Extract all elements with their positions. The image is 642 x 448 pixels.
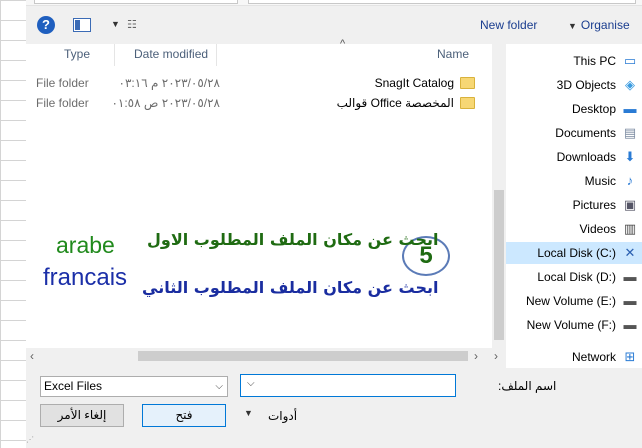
nav-item-new-volume-e[interactable]: New Volume (E:) ▬ <box>506 290 642 312</box>
nav-item-label: 3D Objects <box>556 78 616 92</box>
desktop-icon: ▬ <box>623 101 637 116</box>
navigation-pane: This PC ▭ 3D Objects ◈ Desktop ▬ Documents ▤… <box>506 44 642 368</box>
video-icon: ▥ <box>623 221 637 236</box>
nav-item-music[interactable]: Music ♪ <box>506 170 642 192</box>
toolbar: ? ▼ ☷ New folder ▼ Organise <box>26 8 642 42</box>
annotation-francais: francais <box>43 264 128 291</box>
music-icon: ♪ <box>626 173 634 188</box>
nav-item-label: Music <box>584 174 616 188</box>
drive-icon: ▬ <box>623 269 637 284</box>
file-row[interactable]: File folder ٢٠٢٣/٠٥/٢٨ م ٠٣:١٦ SnagIt Ca… <box>26 73 492 93</box>
nav-item-label: Desktop <box>571 102 616 116</box>
nav-item-label: This PC <box>573 54 616 68</box>
file-type-value: Excel Files <box>44 379 103 393</box>
annotation-arabic-first: ابحث عن مكان الملف المطلوب الاول <box>147 230 439 249</box>
organise-label: Organise <box>580 18 630 32</box>
nav-item-label: New Volume (F:) <box>526 318 616 332</box>
nav-item-this-pc[interactable]: This PC ▭ <box>506 50 642 72</box>
dialog-footer: Excel Files ⌵ ⌵ اسم الملف: ▼ أدوات فتح إ… <box>26 368 642 448</box>
scroll-right-icon[interactable]: › <box>474 348 478 364</box>
nav-item-label: Network <box>571 350 616 364</box>
nav-item-label: Downloads <box>556 150 616 164</box>
nav-item-local-disk-d[interactable]: Local Disk (D:) ▬ <box>506 266 642 288</box>
picture-icon: ▣ <box>623 197 637 212</box>
open-button[interactable]: فتح <box>142 404 226 427</box>
vertical-scrollbar[interactable] <box>492 44 506 348</box>
file-date: ٢٠٢٣/٠٥/٢٨ ص ٠١:٥٨ <box>111 96 220 110</box>
nav-item-desktop[interactable]: Desktop ▬ <box>506 98 642 120</box>
network-icon: ⊞ <box>624 349 636 364</box>
file-list-pane: ^ Type Date modified Name File folder ٢٠… <box>26 38 492 348</box>
nav-item-videos[interactable]: Videos ▥ <box>506 218 642 240</box>
scroll-thumb[interactable] <box>494 190 504 340</box>
file-type: File folder <box>36 96 89 110</box>
organise-button[interactable]: ▼ Organise <box>568 18 630 32</box>
download-icon: ⬇ <box>624 149 636 164</box>
nav-item-label: Videos <box>579 222 616 236</box>
file-date: ٢٠٢٣/٠٥/٢٨ م ٠٣:١٦ <box>118 76 220 90</box>
chevron-down-icon[interactable]: ▼ <box>244 408 253 418</box>
scroll-right-icon[interactable]: › <box>494 348 498 364</box>
nav-item-3d-objects[interactable]: 3D Objects ◈ <box>506 74 642 96</box>
column-separator[interactable] <box>114 44 115 66</box>
column-type[interactable]: Type <box>64 47 90 61</box>
chevron-down-icon: ▼ <box>568 21 577 31</box>
horizontal-scrollbar[interactable]: ‹ › › <box>26 348 506 364</box>
preview-pane-icon[interactable]: ☷ <box>127 18 143 32</box>
nav-item-label: New Volume (E:) <box>525 294 616 308</box>
view-dropdown-icon[interactable]: ▼ <box>111 19 121 29</box>
filename-input[interactable]: ⌵ <box>240 374 456 397</box>
help-icon[interactable]: ? <box>37 16 55 34</box>
scroll-thumb[interactable] <box>138 351 468 361</box>
chevron-down-icon: ⌵ <box>215 381 223 392</box>
nav-item-network[interactable]: Network ⊞ <box>506 346 642 368</box>
nav-item-label: Local Disk (D:) <box>537 270 616 284</box>
drive-icon: ▬ <box>623 293 637 308</box>
file-name: SnagIt Catalog <box>374 76 454 90</box>
drive-icon: ✕ <box>624 245 636 260</box>
nav-item-documents[interactable]: Documents ▤ <box>506 122 642 144</box>
folder-icon <box>460 77 475 89</box>
column-header: ^ Type Date modified Name <box>26 38 492 66</box>
annotation-arabic-second: ابحث عن مكان الملف المطلوب الثاني <box>142 278 439 297</box>
filename-label: اسم الملف: <box>498 379 557 393</box>
open-file-dialog: ? ▼ ☷ New folder ▼ Organise ^ Type Date m… <box>26 0 642 448</box>
column-name[interactable]: Name <box>437 47 469 61</box>
file-row[interactable]: File folder ٢٠٢٣/٠٥/٢٨ ص ٠١:٥٨ قوالب Off… <box>26 93 492 113</box>
address-box[interactable] <box>248 0 636 4</box>
nav-item-new-volume-f[interactable]: New Volume (F:) ▬ <box>506 314 642 336</box>
column-separator[interactable] <box>216 44 217 66</box>
resize-grip-icon[interactable]: ⋰ <box>26 435 34 444</box>
search-box[interactable] <box>34 0 238 4</box>
nav-item-label: Documents <box>555 126 616 140</box>
drive-icon: ▬ <box>623 317 637 332</box>
column-date-modified[interactable]: Date modified <box>134 47 208 61</box>
document-icon: ▤ <box>623 125 637 140</box>
address-bar-strip <box>26 0 642 6</box>
file-type: File folder <box>36 76 89 90</box>
folder-icon <box>460 97 475 109</box>
annotation-arabe: arabe <box>56 232 115 258</box>
scroll-left-icon[interactable]: ‹ <box>30 348 34 364</box>
change-view-icon[interactable] <box>73 18 91 32</box>
chevron-down-icon[interactable]: ⌵ <box>247 378 255 389</box>
tools-button[interactable]: أدوات <box>268 409 297 423</box>
new-folder-button[interactable]: New folder <box>480 18 537 32</box>
nav-item-local-disk-c[interactable]: Local Disk (C:) ✕ <box>506 242 642 264</box>
nav-item-pictures[interactable]: Pictures ▣ <box>506 194 642 216</box>
cube-icon: ◈ <box>625 77 635 92</box>
sort-ascending-icon: ^ <box>340 38 346 50</box>
nav-item-downloads[interactable]: Downloads ⬇ <box>506 146 642 168</box>
file-name: قوالب Office المخصصة <box>336 96 454 110</box>
file-type-select[interactable]: Excel Files ⌵ <box>40 376 228 397</box>
nav-item-label: Pictures <box>572 198 616 212</box>
computer-icon: ▭ <box>623 53 637 68</box>
cancel-button[interactable]: إلغاء الأمر <box>40 404 124 427</box>
excel-grid-background <box>0 0 26 448</box>
nav-item-label: Local Disk (C:) <box>537 246 616 260</box>
